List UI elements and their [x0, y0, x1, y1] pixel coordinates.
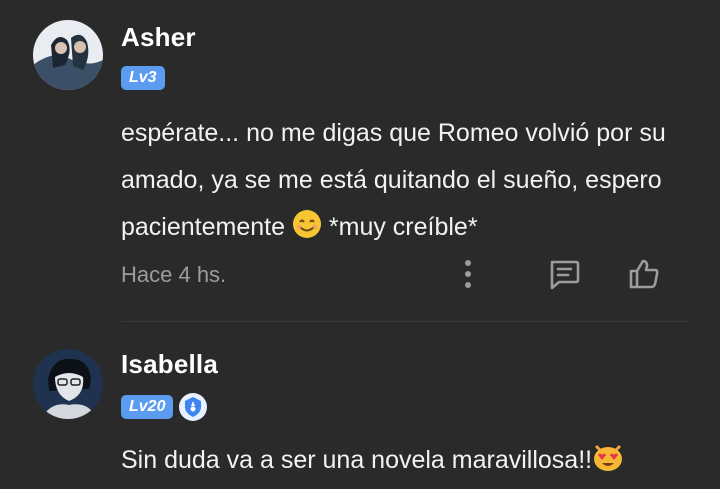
comment-text-part: *muy creíble* — [321, 213, 478, 241]
comment-text: espérate... no me digas que Romeo volvió… — [121, 110, 701, 255]
avatar[interactable] — [33, 20, 103, 90]
comment-text: Sin duda va a ser una novela maravillosa… — [121, 437, 701, 488]
badge-row: Lv3 — [121, 66, 165, 90]
comment-text-part: Sin duda va a ser una novela maravillosa… — [121, 446, 593, 474]
thumbs-up-icon — [629, 259, 659, 289]
rank-shield-icon — [179, 393, 208, 421]
level-badge: Lv3 — [121, 66, 165, 90]
level-badge: Lv20 — [121, 395, 174, 419]
badge-row: Lv20 — [121, 393, 208, 421]
more-options-button[interactable] — [450, 256, 486, 292]
avatar[interactable] — [33, 349, 103, 419]
username[interactable]: Asher — [121, 22, 196, 53]
comment-item: Asher Lv3 espérate... no me digas que Ro… — [0, 0, 720, 322]
like-button[interactable] — [626, 256, 662, 292]
timestamp: Hace 4 hs. — [121, 262, 227, 287]
comment-reply-icon — [550, 260, 580, 290]
comment-item: Isabella Lv20 Sin duda va a ser una nove… — [0, 322, 720, 489]
username[interactable]: Isabella — [121, 349, 218, 380]
heart-eyes-cat-emoji-icon — [592, 441, 624, 488]
more-vertical-icon — [465, 260, 471, 288]
smile-emoji-icon — [292, 208, 322, 255]
reply-button[interactable] — [546, 256, 582, 292]
